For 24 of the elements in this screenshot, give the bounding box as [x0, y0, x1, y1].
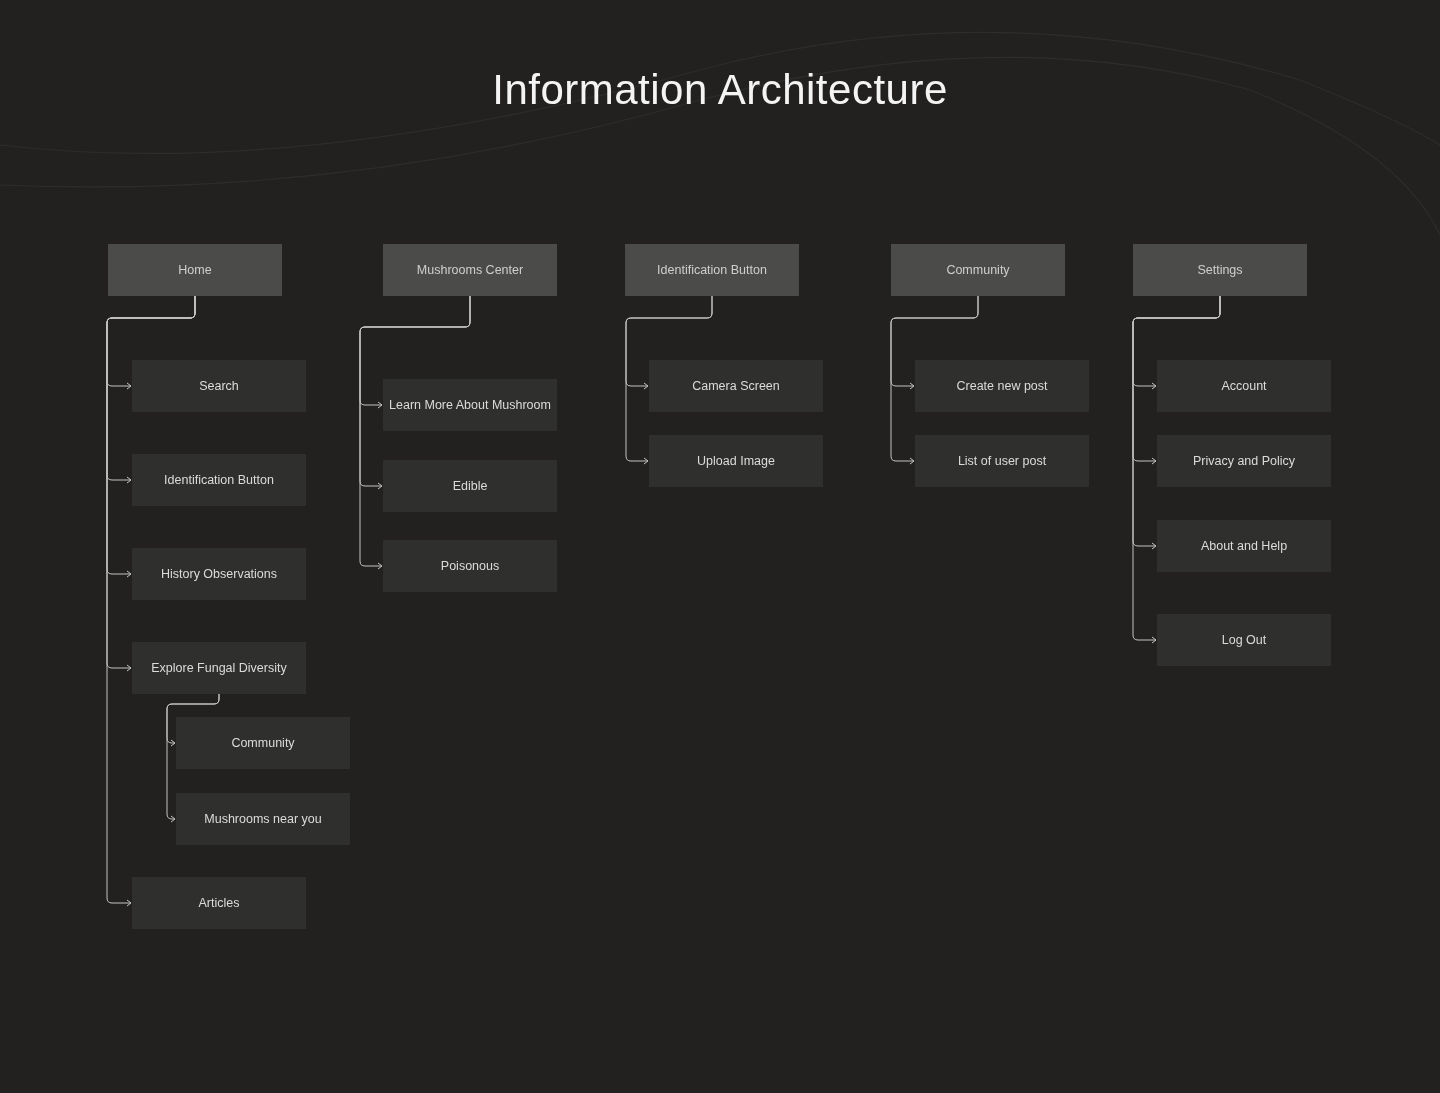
diagram-node: Log Out: [1157, 614, 1331, 666]
diagram-node: Poisonous: [383, 540, 557, 592]
diagram-node: Mushrooms Center: [383, 244, 557, 296]
diagram-node: Home: [108, 244, 282, 296]
diagram-node: Mushrooms near you: [176, 793, 350, 845]
page-title: Information Architecture: [491, 65, 949, 114]
diagram-node: Search: [132, 360, 306, 412]
diagram-node: Upload Image: [649, 435, 823, 487]
diagram-node: Articles: [132, 877, 306, 929]
diagram-node: Edible: [383, 460, 557, 512]
diagram-node: Learn More About Mushroom: [383, 379, 557, 431]
diagram-node: Camera Screen: [649, 360, 823, 412]
diagram-node: Create new post: [915, 360, 1089, 412]
diagram-node: Settings: [1133, 244, 1307, 296]
diagram-node: Identification Button: [625, 244, 799, 296]
diagram-node: About and Help: [1157, 520, 1331, 572]
diagram-node: Explore Fungal Diversity: [132, 642, 306, 694]
diagram-node: History Observations: [132, 548, 306, 600]
diagram-node: Community: [891, 244, 1065, 296]
diagram-node: Identification Button: [132, 454, 306, 506]
diagram-node: List of user post: [915, 435, 1089, 487]
diagram-node: Account: [1157, 360, 1331, 412]
diagram-node: Community: [176, 717, 350, 769]
diagram-node: Privacy and Policy: [1157, 435, 1331, 487]
